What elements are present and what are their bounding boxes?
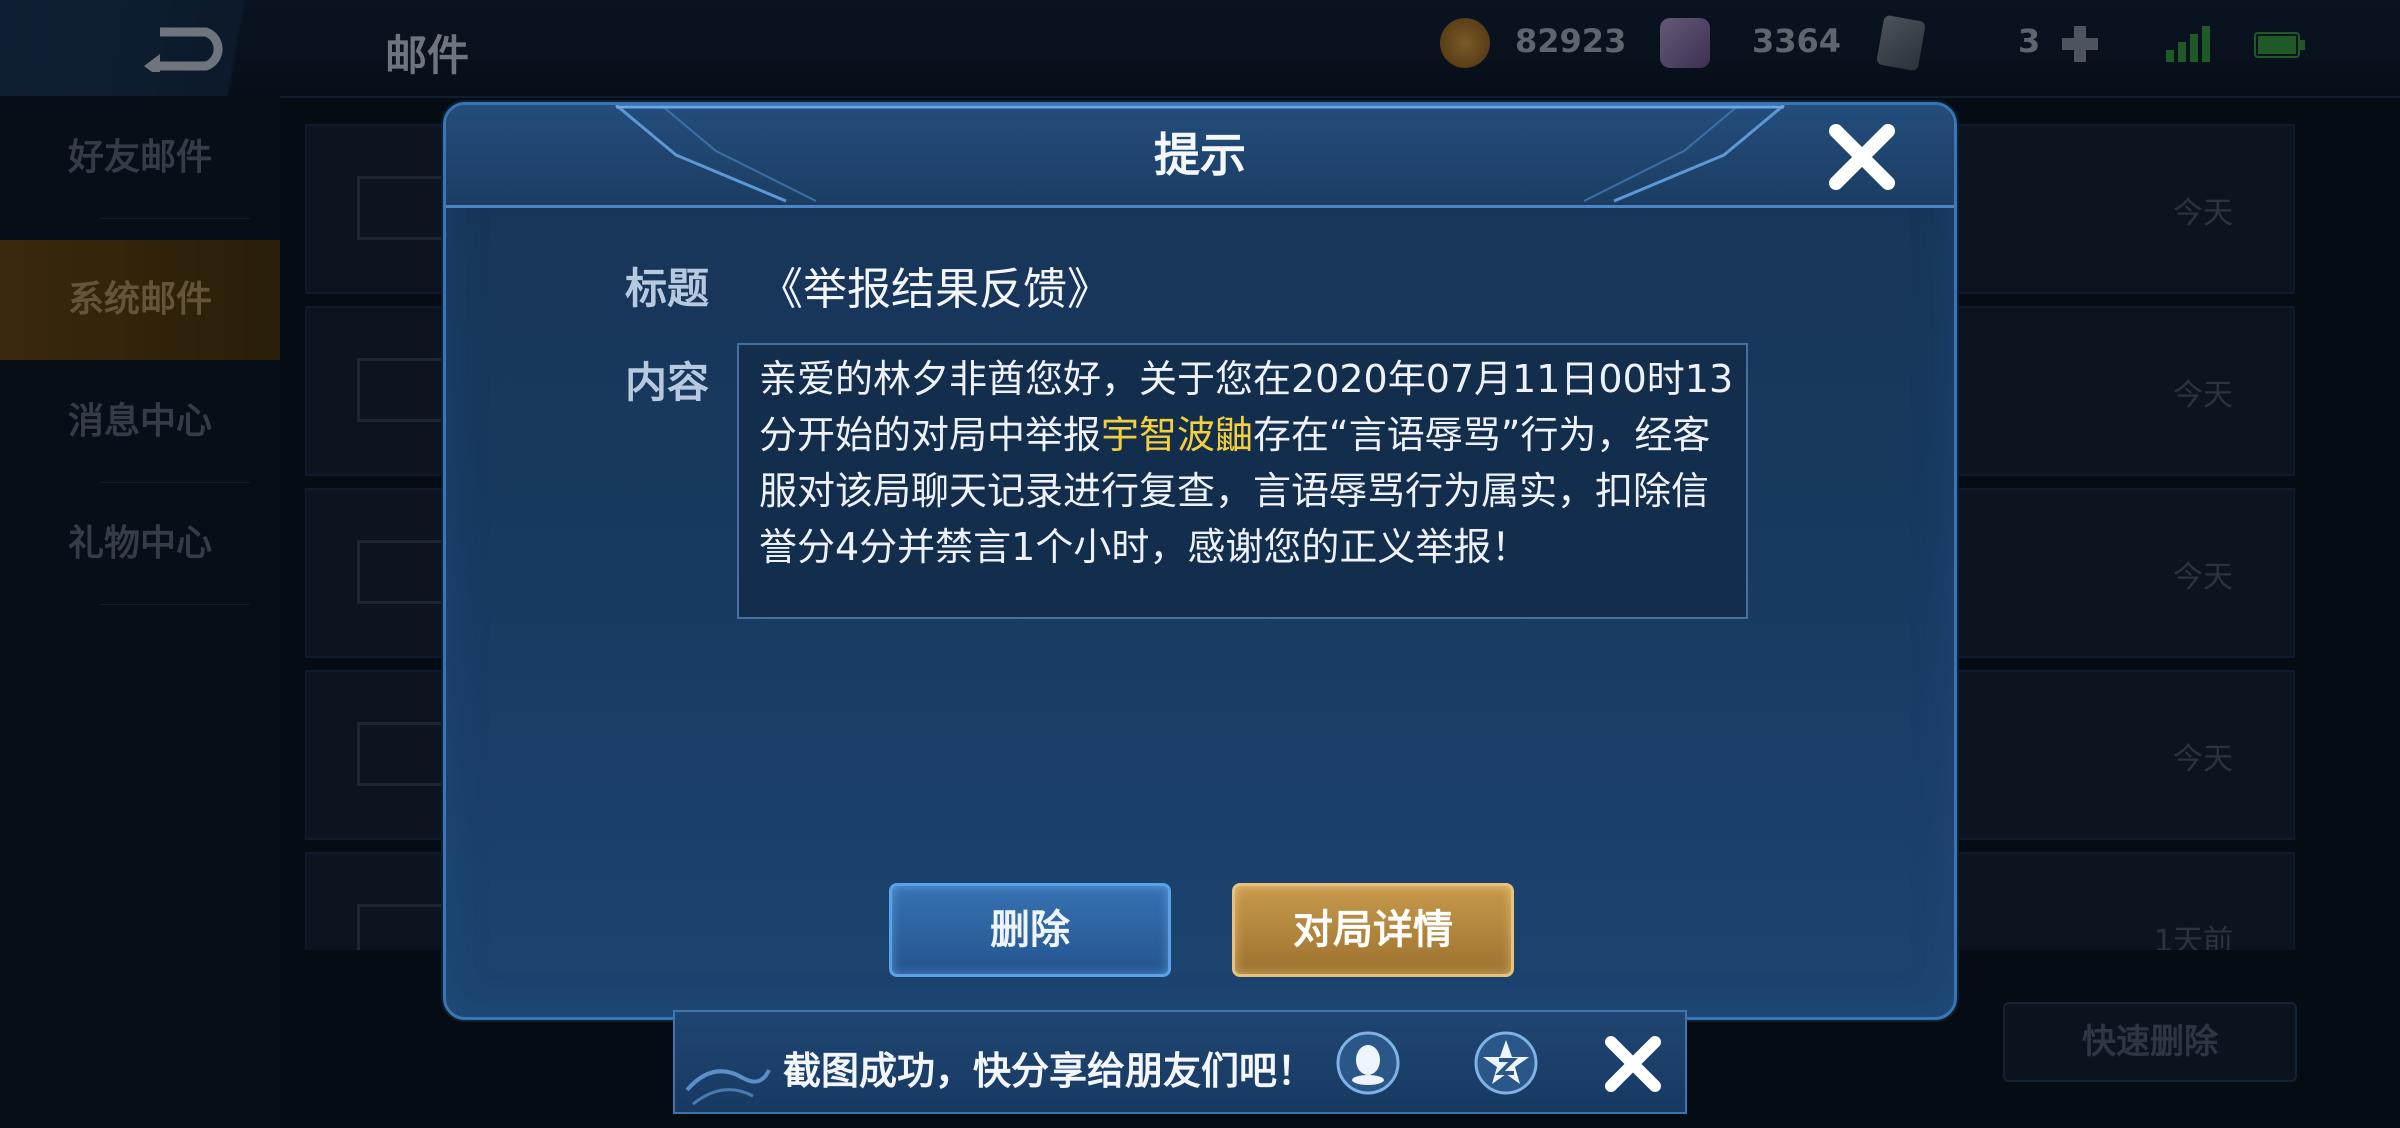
reported-player-name: 宇智波鼬: [1101, 413, 1254, 457]
qzone-share-icon[interactable]: [1473, 1030, 1539, 1096]
cloud-pattern-icon: [685, 1069, 771, 1106]
qq-share-icon[interactable]: [1335, 1030, 1401, 1096]
dialog-title: 提示: [1154, 128, 1246, 182]
content-text: 亲爱的林夕非酋您好，关于您在2020年07月11日00时13分开始的对局中举报宇…: [759, 351, 1739, 575]
toast-message: 截图成功，快分享给朋友们吧！: [783, 1049, 1316, 1093]
match-details-button[interactable]: 对局详情: [1232, 883, 1514, 977]
subject-value: 《举报结果反馈》: [759, 264, 1111, 315]
content-label: 内容: [625, 358, 710, 407]
subject-label: 标题: [625, 264, 710, 313]
dialog-header: 提示: [446, 105, 1954, 208]
mail-detail-dialog: 提示 标题 《举报结果反馈》 内容 亲爱的林夕非酋您好，关于您在2020年07月…: [443, 102, 1957, 1020]
close-icon[interactable]: [1826, 121, 1898, 193]
toast-close-icon[interactable]: [1603, 1034, 1663, 1094]
screenshot-share-toast: 截图成功，快分享给朋友们吧！: [673, 1010, 1687, 1114]
content-box: 亲爱的林夕非酋您好，关于您在2020年07月11日00时13分开始的对局中举报宇…: [737, 343, 1748, 619]
delete-button[interactable]: 删除: [889, 883, 1171, 977]
